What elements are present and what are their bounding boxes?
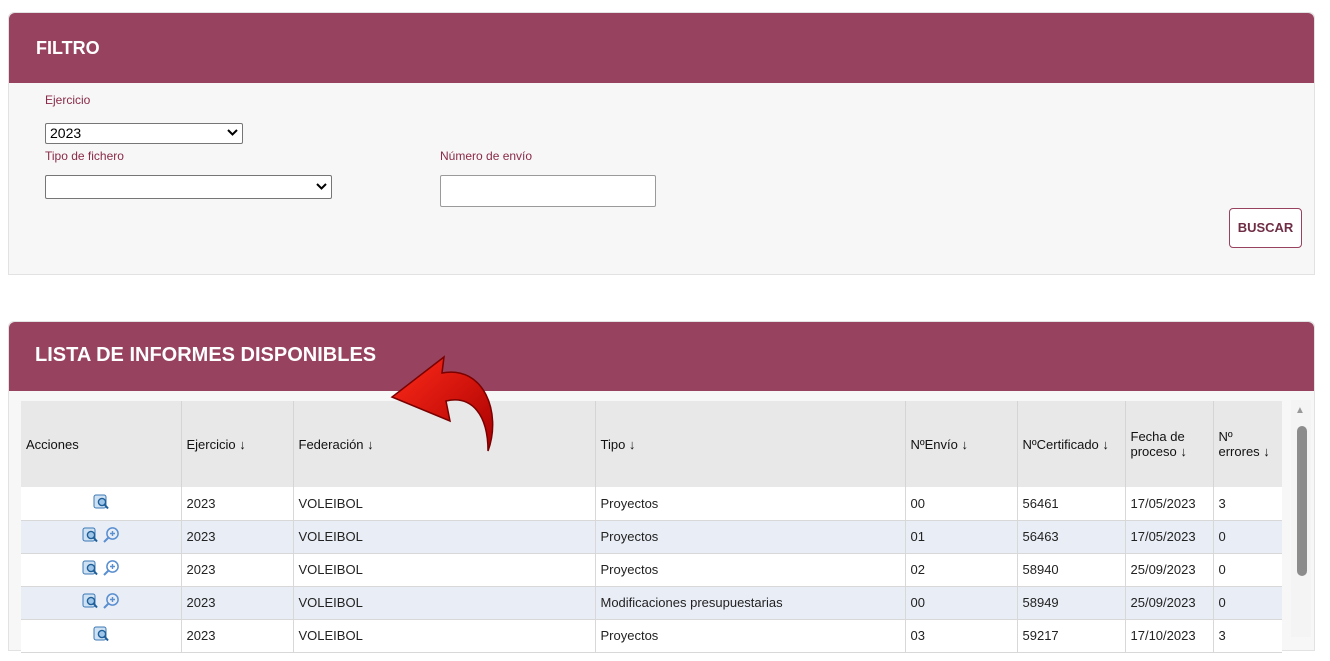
ejercicio-value: 2023 bbox=[50, 125, 82, 141]
cell-fecha: 17/10/2023 bbox=[1124, 619, 1213, 653]
col-fecha[interactable]: Fecha de proceso ↓ bbox=[1124, 401, 1213, 487]
scroll-up-icon[interactable]: ▲ bbox=[1295, 405, 1305, 416]
zoom-in-icon[interactable] bbox=[102, 592, 120, 613]
cell-certificado: 56463 bbox=[1016, 520, 1125, 554]
cell-ejercicio: 2023 bbox=[180, 586, 293, 620]
cell-ejercicio: 2023 bbox=[180, 553, 293, 587]
cell-ejercicio: 2023 bbox=[180, 520, 293, 554]
table-scrollbar[interactable]: ▲ bbox=[1291, 400, 1311, 637]
numero-envio-label: Número de envío bbox=[440, 149, 533, 163]
table-row: 2023 VOLEIBOL Proyectos 03 59217 17/10/2023 3 bbox=[21, 619, 1282, 653]
cell-tipo: Proyectos bbox=[594, 487, 905, 521]
table-row: 2023 VOLEIBOL Proyectos 01 56463 17/05/2023 0 bbox=[21, 520, 1282, 554]
col-acciones: Acciones bbox=[21, 401, 181, 487]
actions-cell bbox=[21, 520, 181, 554]
red-curved-arrow-icon bbox=[390, 355, 494, 452]
cell-certificado: 58949 bbox=[1016, 586, 1125, 620]
cell-certificado: 58940 bbox=[1016, 553, 1125, 587]
cell-certificado: 59217 bbox=[1016, 619, 1125, 653]
search-document-icon[interactable] bbox=[82, 560, 98, 579]
chevron-down-icon bbox=[316, 179, 327, 196]
col-errores[interactable]: Nº errores ↓ bbox=[1212, 401, 1282, 487]
cell-tipo: Proyectos bbox=[594, 553, 905, 587]
cell-envio: 00 bbox=[904, 586, 1017, 620]
cell-tipo: Proyectos bbox=[594, 520, 905, 554]
reports-table-container: Acciones Ejercicio ↓ Federación ↓ Tipo ↓… bbox=[21, 401, 1282, 661]
buscar-button[interactable]: BUSCAR bbox=[1229, 208, 1302, 248]
cell-federacion: VOLEIBOL bbox=[292, 619, 595, 653]
cell-certificado: 56461 bbox=[1016, 487, 1125, 521]
search-document-icon[interactable] bbox=[93, 494, 109, 513]
cell-errores: 0 bbox=[1212, 553, 1282, 587]
cell-envio: 01 bbox=[904, 520, 1017, 554]
reports-panel: LISTA DE INFORMES DISPONIBLES Acciones E… bbox=[8, 321, 1315, 661]
cell-errores: 3 bbox=[1212, 619, 1282, 653]
ejercicio-label: Ejercicio bbox=[45, 93, 91, 107]
search-document-icon[interactable] bbox=[82, 593, 98, 612]
cell-fecha: 25/09/2023 bbox=[1124, 553, 1213, 587]
actions-cell bbox=[21, 586, 181, 620]
cell-envio: 03 bbox=[904, 619, 1017, 653]
cell-fecha: 17/05/2023 bbox=[1124, 520, 1213, 554]
col-tipo[interactable]: Tipo ↓ bbox=[594, 401, 905, 487]
cell-tipo: Proyectos bbox=[594, 619, 905, 653]
cell-federacion: VOLEIBOL bbox=[292, 586, 595, 620]
search-document-icon[interactable] bbox=[82, 527, 98, 546]
cell-federacion: VOLEIBOL bbox=[292, 553, 595, 587]
reports-title: LISTA DE INFORMES DISPONIBLES bbox=[9, 322, 1314, 391]
cell-envio: 02 bbox=[904, 553, 1017, 587]
cell-errores: 0 bbox=[1212, 520, 1282, 554]
col-ejercicio[interactable]: Ejercicio ↓ bbox=[180, 401, 293, 487]
zoom-in-icon[interactable] bbox=[102, 526, 120, 547]
cell-tipo: Modificaciones presupuestarias bbox=[594, 586, 905, 620]
actions-cell bbox=[21, 553, 181, 587]
cell-federacion: VOLEIBOL bbox=[292, 520, 595, 554]
ejercicio-select[interactable]: 2023 bbox=[45, 123, 243, 144]
chevron-down-icon bbox=[227, 125, 238, 142]
cell-fecha: 25/09/2023 bbox=[1124, 586, 1213, 620]
table-header-row: Acciones Ejercicio ↓ Federación ↓ Tipo ↓… bbox=[21, 401, 1282, 487]
actions-cell bbox=[21, 619, 181, 653]
reports-table: Acciones Ejercicio ↓ Federación ↓ Tipo ↓… bbox=[21, 401, 1282, 653]
filter-title: FILTRO bbox=[9, 13, 1314, 83]
scrollbar-thumb[interactable] bbox=[1297, 426, 1307, 576]
tipo-fichero-select[interactable] bbox=[45, 175, 332, 199]
table-row: 2023 VOLEIBOL Proyectos 00 56461 17/05/2023 3 bbox=[21, 487, 1282, 521]
table-row: 2023 VOLEIBOL Proyectos 02 58940 25/09/2023 0 bbox=[21, 553, 1282, 587]
cell-ejercicio: 2023 bbox=[180, 487, 293, 521]
cell-federacion: VOLEIBOL bbox=[292, 487, 595, 521]
actions-cell bbox=[21, 487, 181, 521]
tipo-fichero-label: Tipo de fichero bbox=[45, 149, 124, 163]
filter-panel: FILTRO Ejercicio 2023 Tipo de fichero Nú… bbox=[8, 12, 1315, 275]
col-certificado[interactable]: NºCertificado ↓ bbox=[1016, 401, 1125, 487]
table-row: 2023 VOLEIBOL Modificaciones presupuestari… bbox=[21, 586, 1282, 620]
cell-fecha: 17/05/2023 bbox=[1124, 487, 1213, 521]
cell-errores: 3 bbox=[1212, 487, 1282, 521]
search-document-icon[interactable] bbox=[93, 626, 109, 645]
cell-ejercicio: 2023 bbox=[180, 619, 293, 653]
col-envio[interactable]: NºEnvío ↓ bbox=[904, 401, 1017, 487]
zoom-in-icon[interactable] bbox=[102, 559, 120, 580]
cell-envio: 00 bbox=[904, 487, 1017, 521]
numero-envio-input[interactable] bbox=[440, 175, 656, 207]
cell-errores: 0 bbox=[1212, 586, 1282, 620]
